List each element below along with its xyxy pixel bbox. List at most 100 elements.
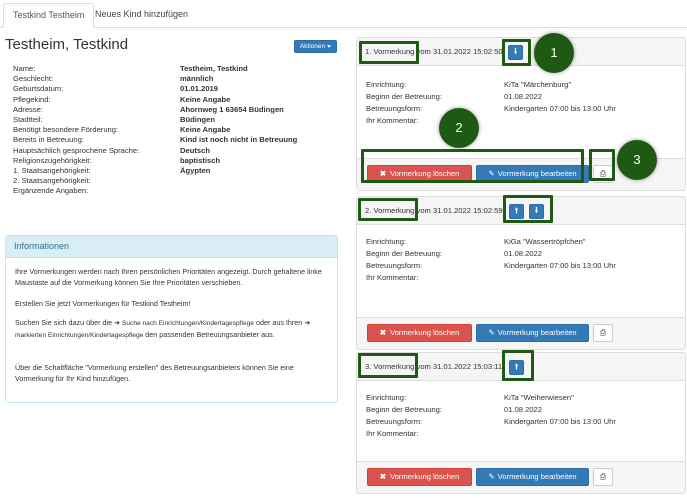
detail-value: baptistisch — [180, 155, 221, 165]
print-button[interactable]: ⎙ — [593, 468, 613, 486]
vormerkung-footer: ✖ Vormerkung löschen ✎ Vormerkung bearbeit… — [357, 461, 685, 493]
detail-label: Bereits in Betreuung: — [13, 135, 84, 145]
beginn-value: 01.08.2022 — [504, 405, 543, 414]
info-text-part: Suchen Sie sich dazu über die — [15, 318, 113, 327]
einrichtung-label: Einrichtung: — [366, 393, 407, 402]
detail-label: Religionszugehörigkeit: — [13, 155, 92, 165]
pencil-icon: ✎ — [488, 472, 495, 481]
detail-value: Kind ist noch nicht in Betreuung — [180, 135, 298, 145]
vormerkung-body: Einrichtung: KiTa "Weiherwiesen" Beginn … — [357, 381, 685, 461]
detail-value: Keine Angabe — [180, 94, 231, 104]
delete-label: Vormerkung löschen — [390, 328, 460, 337]
delete-vormerkung-button[interactable]: ✖ Vormerkung löschen — [367, 324, 472, 342]
vormerkung-body: Einrichtung: KiGa "Wassertröpfchen" Begi… — [357, 225, 685, 317]
arrow-right-icon: ➜ — [114, 320, 120, 327]
tab-add-child[interactable]: Neues Kind hinzufügen — [86, 3, 197, 28]
vormerkung-date: vom 31.01.2022 15:03:11 — [416, 362, 503, 371]
einrichtung-value: KiGa "Wassertröpfchen" — [504, 237, 586, 246]
info-text-search: Suchen Sie sich dazu über die ➜ Suche na… — [15, 318, 333, 341]
detail-label: 2. Staatsangehörigkeit: — [13, 176, 91, 186]
actions-dropdown-button[interactable]: Aktionen — [294, 40, 337, 53]
detail-label: Hauptsächlich gesprochene Sprache: — [13, 145, 140, 155]
detail-row: 2. Staatsangehörigkeit: — [13, 176, 333, 186]
detail-row: Pflegekind: Keine Angabe — [13, 95, 333, 105]
highlight-box — [359, 41, 419, 64]
detail-row: Bereits in Betreuung: Kind ist noch nicht… — [13, 135, 333, 145]
detail-row: Geschlecht: männlich — [13, 74, 333, 84]
arrow-right-icon: ➜ — [304, 320, 311, 327]
tab-bar: Testkind Testheim Neues Kind hinzufügen — [0, 0, 687, 28]
detail-row: Religionszugehörigkeit: baptistisch — [13, 156, 333, 166]
detail-value: männlich — [180, 74, 214, 84]
edit-vormerkung-button[interactable]: ✎ Vormerkung bearbeiten — [476, 468, 589, 486]
marked-facilities-link[interactable]: markierten Einrichtungen/Kindertagespfle… — [15, 332, 143, 339]
highlight-box — [358, 353, 418, 378]
delete-vormerkung-button[interactable]: ✖ Vormerkung löschen — [367, 468, 472, 486]
step-badge: 3 — [617, 140, 657, 180]
detail-row: Adresse: Ahornweg 1 63654 Büdingen — [13, 105, 333, 115]
betreuungsform-label: Betreuungsform: — [366, 104, 423, 113]
page-title: Testheim, Testkind — [5, 36, 129, 53]
beginn-label: Beginn der Betreuung: — [366, 405, 442, 414]
detail-value: Ahornweg 1 63654 Büdingen — [180, 104, 284, 114]
info-text-part: oder aus Ihren — [255, 318, 303, 327]
close-icon: ✖ — [379, 328, 387, 337]
delete-label: Vormerkung löschen — [390, 472, 460, 481]
vormerkung-date: vom 31.01.2022 15:02:59 — [416, 206, 503, 215]
einrichtung-label: Einrichtung: — [366, 80, 407, 89]
detail-row: Geburtsdatum: 01.01.2019 — [13, 84, 333, 94]
vormerkung-footer: ✖ Vormerkung löschen ✎ Vormerkung bearbeit… — [357, 317, 685, 349]
einrichtung-value: KiTa "Weiherwiesen" — [504, 393, 574, 402]
detail-row: Benötigt besondere Förderung: Keine Angab… — [13, 125, 333, 135]
actions-label: Aktionen — [299, 43, 326, 50]
einrichtung-label: Einrichtung: — [366, 237, 407, 246]
vormerkung-date: vom 31.01.2022 15:02:50 — [416, 47, 503, 56]
detail-row: Name: Testheim, Testkind — [13, 64, 333, 74]
highlight-box — [503, 195, 553, 223]
info-text-create: Erstellen Sie jetzt Vormerkungen für Tes… — [15, 299, 191, 308]
betreuungsform-value: Kindergarten 07:00 bis 13:00 Uhr — [504, 104, 616, 113]
info-text-hint: Über die Schaltfläche "Vormerkung erstel… — [15, 363, 294, 383]
betreuungsform-value: Kindergarten 07:00 bis 13:00 Uhr — [504, 261, 616, 270]
detail-value: Büdingen — [180, 114, 216, 124]
detail-label: 1. Staatsangehörigkeit: — [13, 165, 91, 175]
step-badge: 1 — [534, 33, 574, 73]
info-text-part: den passenden Betreuungsanbieter aus. — [145, 329, 275, 339]
info-text-priorities: Ihre Vormerkungen werden nach Ihren pers… — [15, 267, 322, 287]
detail-row: 1. Staatsangehörigkeit: Ägypten — [13, 166, 333, 176]
detail-row: Hauptsächlich gesprochene Sprache: Deutsc… — [13, 146, 333, 156]
edit-label: Vormerkung bearbeiten — [497, 328, 577, 337]
caret-down-icon — [327, 44, 332, 48]
beginn-label: Beginn der Betreuung: — [366, 92, 442, 101]
printer-icon: ⎙ — [599, 472, 607, 481]
detail-label: Adresse: — [13, 104, 43, 114]
search-facilities-link[interactable]: Suche nach Einrichtungen/Kindertagespfle… — [122, 320, 254, 327]
detail-value: 01.01.2019 — [180, 84, 219, 94]
detail-label: Ergänzende Angaben: — [13, 186, 89, 196]
edit-vormerkung-button[interactable]: ✎ Vormerkung bearbeiten — [476, 324, 589, 342]
detail-value: Testheim, Testkind — [180, 64, 248, 73]
detail-value: Ägypten — [180, 165, 211, 175]
detail-value: Keine Angabe — [180, 125, 231, 135]
kommentar-label: Ihr Kommentar: — [366, 273, 419, 282]
info-heading: Informationen — [6, 236, 337, 258]
detail-label: Pflegekind: — [13, 94, 51, 104]
detail-label: Geschlecht: — [13, 74, 54, 84]
edit-label: Vormerkung bearbeiten — [497, 472, 577, 481]
kommentar-label: Ihr Kommentar: — [366, 116, 419, 125]
info-panel: Informationen Ihre Vormerkungen werden n… — [5, 235, 338, 403]
step-badge: 2 — [439, 108, 479, 148]
print-button[interactable]: ⎙ — [593, 324, 613, 342]
highlight-box — [358, 198, 418, 221]
einrichtung-value: KiTa "Märchenburg" — [504, 80, 572, 89]
beginn-value: 01.08.2022 — [504, 249, 543, 258]
detail-label: Stadtteil: — [13, 114, 43, 124]
tab-testkind[interactable]: Testkind Testheim — [3, 3, 95, 28]
highlight-box — [361, 149, 584, 183]
betreuungsform-value: Kindergarten 07:00 bis 13:00 Uhr — [504, 417, 616, 426]
child-details: Name: Testheim, Testkind Geschlecht: männl… — [13, 64, 333, 196]
detail-row: Ergänzende Angaben: — [13, 186, 333, 196]
printer-icon: ⎙ — [599, 328, 607, 337]
detail-label: Geburtsdatum: — [13, 84, 64, 94]
beginn-label: Beginn der Betreuung: — [366, 249, 442, 258]
